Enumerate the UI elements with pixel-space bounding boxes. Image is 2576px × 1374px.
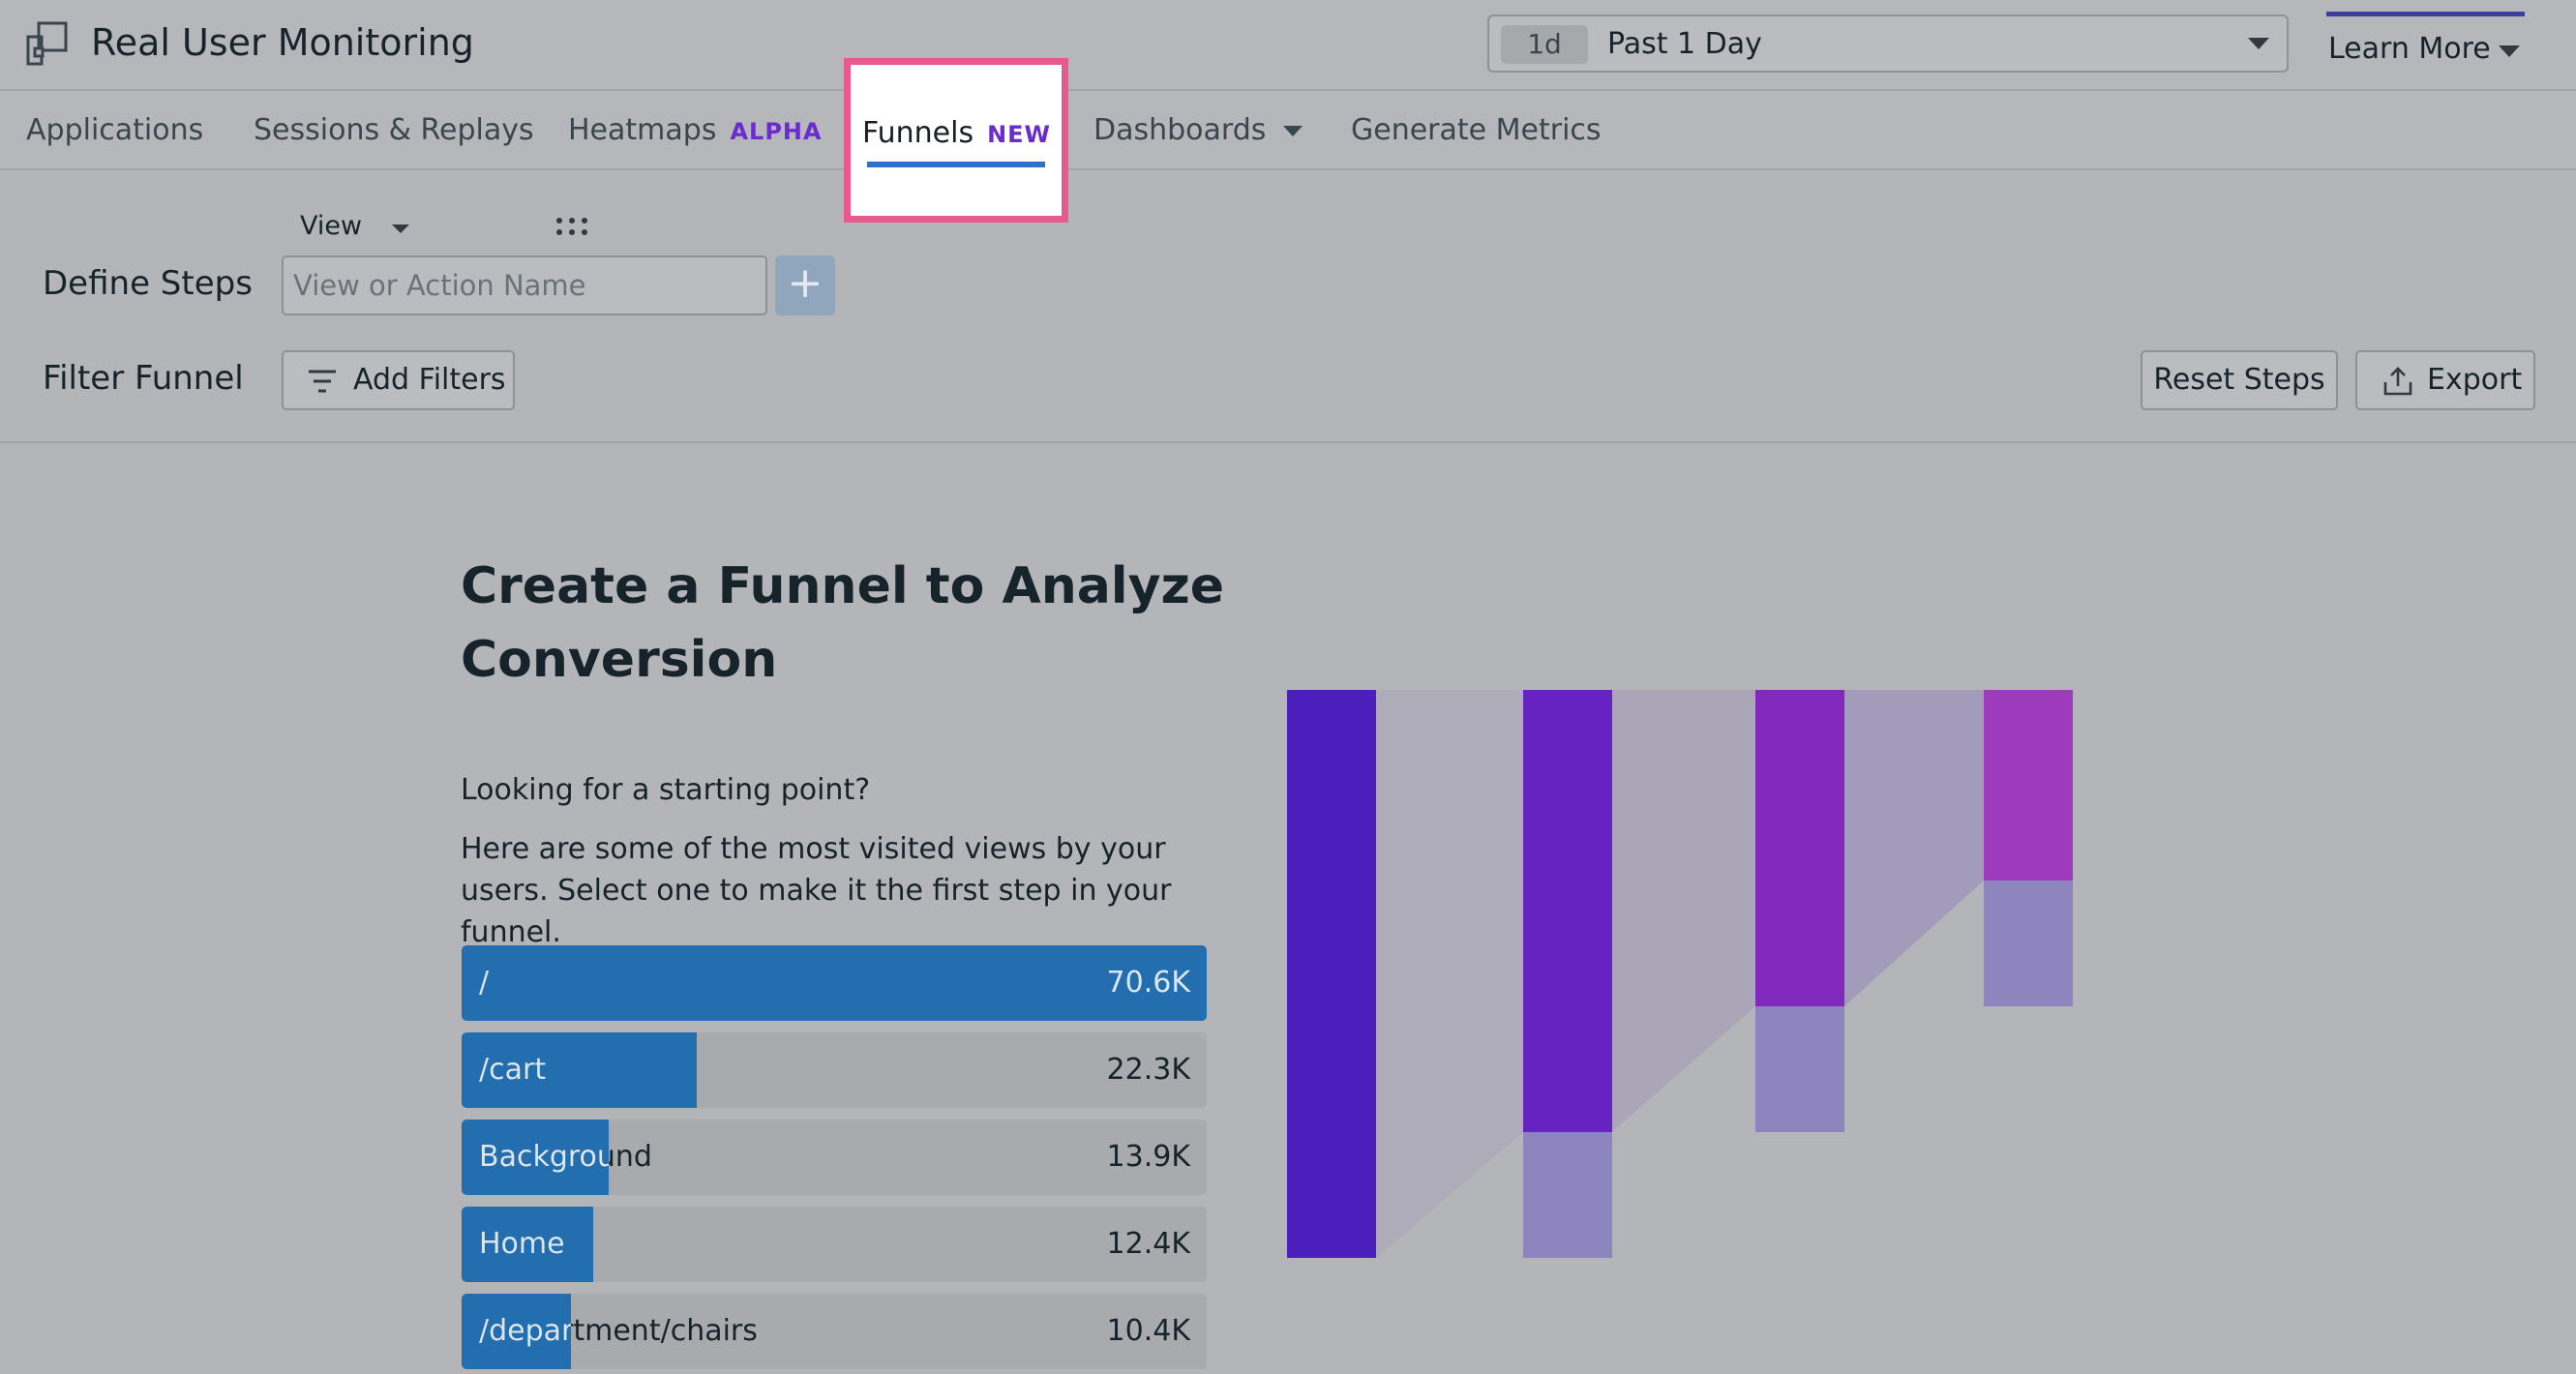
view-count: 13.9K (1106, 1140, 1190, 1174)
empty-state-description: Here are some of the most visited views … (461, 832, 1172, 949)
funnel-dropoff-bar (1755, 1006, 1844, 1132)
funnel-step-bar (1984, 690, 2073, 881)
view-name-overlay: /department/chairs (479, 1314, 572, 1348)
tab-sessions-replays[interactable]: Sessions & Replays (254, 110, 534, 151)
tab-generate-metrics[interactable]: Generate Metrics (1351, 110, 1602, 151)
learn-more-dropdown[interactable]: Learn More (2326, 12, 2525, 74)
suggested-view-row[interactable]: /cart/cart 22.3K (462, 1032, 1207, 1108)
suggested-view-row[interactable]: /department/chairs/department/chairs10.4… (462, 1294, 1207, 1369)
tab-label: Applications (26, 113, 204, 147)
empty-state-title: Create a Funnel to Analyze Conversion (461, 557, 1225, 689)
view-name-highlight: Home (462, 1207, 593, 1282)
chevron-down-icon (1283, 126, 1303, 136)
tab-funnels-highlight: Funnels NEW (844, 58, 1068, 223)
funnel-step-bar (1287, 690, 1376, 1258)
page-title: Real User Monitoring (91, 21, 474, 64)
funnel-dropoff-bar (1523, 1132, 1612, 1258)
view-count: 10.4K (1106, 1314, 1190, 1348)
suggested-views-list: //70.6K/cart/cart 22.3K Background Backgrou… (462, 945, 1207, 1374)
time-range-picker[interactable]: 1d Past 1 Day (1487, 15, 2289, 73)
tab-label: Sessions & Replays (254, 113, 534, 147)
tab-heatmaps[interactable]: Heatmaps ALPHA (568, 110, 823, 152)
nav-tabs: Applications Sessions & Replays Heatmaps… (0, 91, 2576, 170)
time-range-label: Past 1 Day (1607, 27, 1762, 61)
tab-funnels[interactable]: Funnels NEW (862, 113, 1051, 155)
step-name-input[interactable] (282, 255, 767, 315)
filter-funnel-label: Filter Funnel (43, 359, 244, 398)
tab-dashboards[interactable]: Dashboards (1093, 110, 1303, 151)
reset-steps-button[interactable]: Reset Steps (2141, 350, 2338, 410)
learn-more-label: Learn More (2328, 32, 2491, 66)
rum-app-icon (26, 21, 68, 66)
add-filters-label: Add Filters (353, 363, 506, 397)
chevron-down-icon (2248, 38, 2269, 49)
view-name-highlight: /cart (462, 1032, 697, 1108)
funnel-connector (1376, 690, 1523, 1258)
filter-icon (309, 370, 336, 393)
suggested-view-row[interactable]: //70.6K (462, 945, 1207, 1021)
chevron-down-icon (392, 224, 409, 233)
tab-label: Heatmaps (568, 113, 717, 147)
tab-label: Funnels (862, 116, 974, 150)
view-name-overlay: Home (479, 1227, 565, 1261)
view-count: 70.6K (1106, 966, 1190, 1000)
tab-applications[interactable]: Applications (26, 110, 203, 151)
tab-label: Dashboards (1093, 113, 1267, 147)
funnel-step-bar (1755, 690, 1844, 1006)
view-name-overlay: /cart (479, 1053, 547, 1087)
view-count: 12.4K (1106, 1227, 1190, 1261)
view-name-overlay: / (479, 966, 490, 1000)
funnel-connector (1612, 690, 1755, 1132)
view-name-overlay: Background (479, 1140, 609, 1174)
active-tab-indicator (867, 162, 1045, 167)
suggested-view-row[interactable]: BackgroundBackground13.9K (462, 1120, 1207, 1195)
view-name-highlight: / (462, 945, 1207, 1021)
new-badge: NEW (987, 121, 1052, 148)
export-label: Export (2427, 363, 2523, 397)
funnel-illustration (1287, 690, 2073, 1258)
alpha-badge: ALPHA (730, 118, 823, 145)
funnel-step-bar (1523, 690, 1612, 1132)
add-step-button[interactable]: + (775, 255, 835, 315)
export-button[interactable]: Export (2355, 350, 2535, 410)
add-filters-button[interactable]: Add Filters (282, 350, 515, 410)
time-range-badge: 1d (1501, 25, 1588, 64)
funnel-dropoff-bar (1984, 881, 2073, 1006)
funnel-connector (1844, 690, 1984, 1006)
step-type-dropdown[interactable]: View (300, 209, 362, 244)
suggested-view-row[interactable]: Home Home 12.4K (462, 1207, 1207, 1282)
top-bar: Real User Monitoring 1d Past 1 Day Learn… (0, 0, 2576, 91)
view-name-highlight: Background (462, 1120, 609, 1195)
tab-label: Generate Metrics (1351, 113, 1602, 147)
empty-state-hint: Looking for a starting point? (461, 773, 871, 807)
drag-handle-icon[interactable] (555, 217, 588, 236)
chevron-down-icon (2499, 45, 2520, 57)
export-icon (2383, 367, 2412, 396)
define-steps-label: Define Steps (43, 264, 253, 303)
funnel-controls: View Define Steps + Filter Funnel Add Fi… (0, 172, 2576, 443)
view-name-highlight: /department/chairs (462, 1294, 571, 1369)
view-count: 22.3K (1106, 1053, 1190, 1087)
